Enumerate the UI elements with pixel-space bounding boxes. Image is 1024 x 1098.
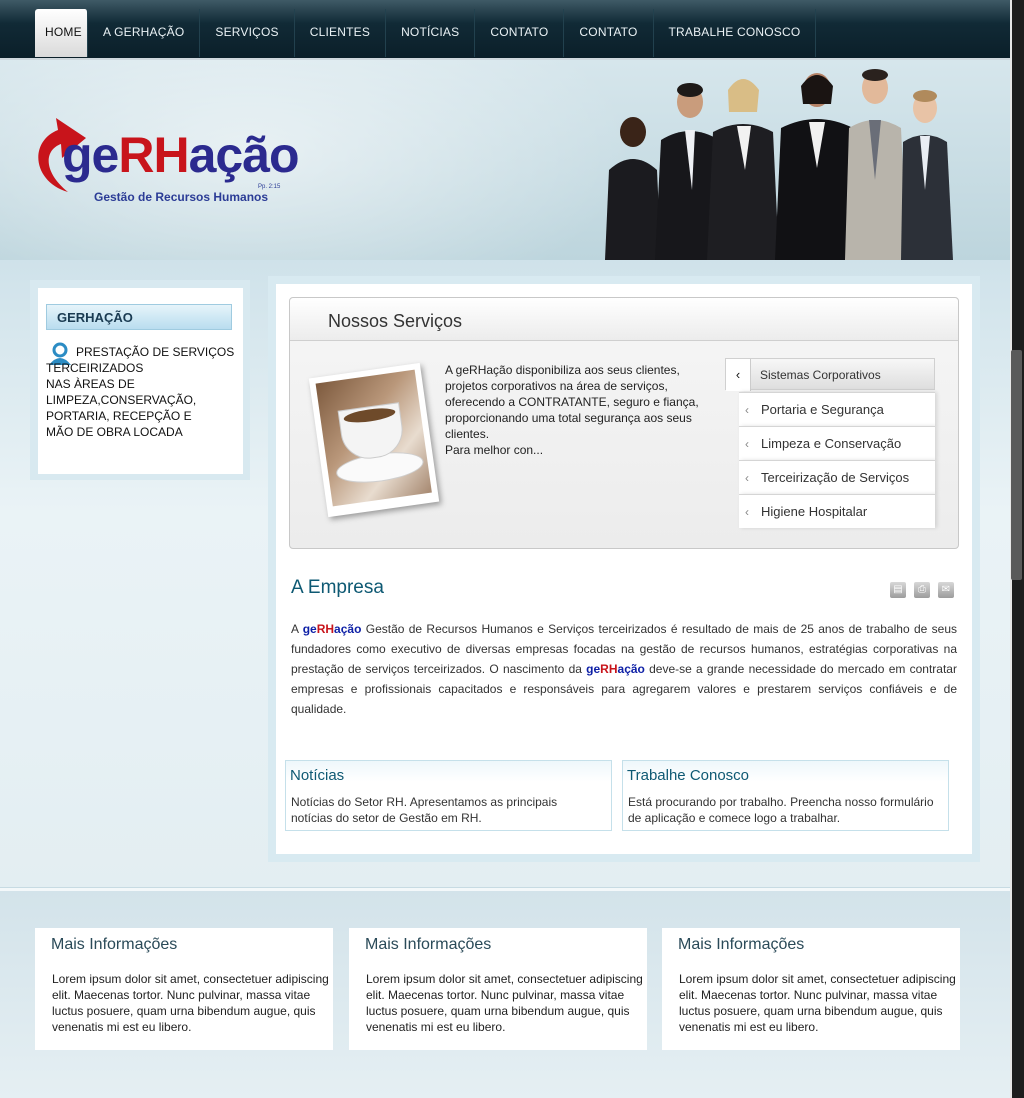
article-title: A Empresa [291, 577, 384, 598]
vertical-scrollbar[interactable] [1010, 0, 1024, 1098]
services-panel: Nossos Serviços A geRHação disponibiliza… [289, 297, 959, 549]
services-description: A geRHação disponibiliza aos seus client… [445, 363, 699, 457]
work-with-us-title[interactable]: Trabalhe Conosco [627, 767, 749, 784]
nav-menu: HOME A GERHAÇÃO SERVIÇOS CLIENTES NOTÍCI… [35, 9, 817, 57]
footer-info-box: Mais Informações Lorem ipsum dolor sit a… [349, 928, 647, 1050]
sidebar-text-rest: TERCEIRIZADOS NAS ÀREAS DE LIMPEZA,CONSE… [46, 361, 197, 439]
footer-info-text: Lorem ipsum dolor sit amet, consectetuer… [679, 972, 956, 1034]
sidebar-panel: GERHAÇÃO PRESTAÇÃO DE SERVIÇOS TERCEIRIZ… [38, 288, 243, 474]
print-icon[interactable]: ⎙ [914, 582, 930, 598]
services-menu-item-label: Higiene Hospitalar [761, 504, 868, 519]
footer-info-title: Mais Informações [678, 936, 805, 953]
top-navigation: HOME A GERHAÇÃO SERVIÇOS CLIENTES NOTÍCI… [0, 0, 1010, 60]
nav-item-contato[interactable]: CONTATO [475, 9, 565, 57]
nav-item-trabalhe-conosco[interactable]: TRABALHE CONOSCO [654, 9, 817, 57]
footer-info-text: Lorem ipsum dolor sit amet, consectetuer… [366, 972, 643, 1034]
article-tools: ▤ ⎙ ✉ [890, 582, 954, 598]
news-box-title[interactable]: Notícias [290, 767, 344, 784]
footer-info-text: Lorem ipsum dolor sit amet, consectetuer… [52, 972, 329, 1034]
chevron-left-icon: ‹ [745, 471, 749, 485]
header-banner: geRHação Pp. 2:15 Gestão de Recursos Hum… [0, 60, 1010, 260]
chevron-left-icon: ‹ [745, 505, 749, 519]
left-sidebar: GERHAÇÃO PRESTAÇÃO DE SERVIÇOS TERCEIRIZ… [30, 280, 250, 480]
nav-item-a-gerhacao[interactable]: A GERHAÇÃO [88, 9, 201, 57]
brand-name: geRHação [586, 662, 645, 676]
chevron-left-icon[interactable]: ‹ [726, 359, 751, 391]
footer-info-box: Mais Informações Lorem ipsum dolor sit a… [35, 928, 333, 1050]
sidebar-title: GERHAÇÃO [46, 304, 232, 330]
sidebar-text-line1: PRESTAÇÃO DE SERVIÇOS [76, 345, 235, 359]
services-menu-item-label: Portaria e Segurança [761, 402, 884, 417]
nav-item-noticias[interactable]: NOTÍCIAS [386, 9, 476, 57]
news-box-text: Notícias do Setor RH. Apresentamos as pr… [291, 795, 558, 825]
nav-item-servicos[interactable]: SERVIÇOS [200, 9, 295, 57]
services-menu-item-limpeza[interactable]: ‹ Limpeza e Conservação [739, 426, 935, 460]
article-text: A [291, 622, 303, 636]
sidebar-text: PRESTAÇÃO DE SERVIÇOS TERCEIRIZADOS NAS … [46, 344, 241, 440]
services-title: Nossos Serviços [328, 311, 463, 331]
coffee-cup-image [308, 362, 440, 518]
brand-name: geRHação [302, 622, 362, 636]
coffee-photo [315, 369, 432, 507]
article-body: A geRHação Gestão de Recursos Humanos e … [291, 619, 957, 719]
work-with-us-box[interactable]: Trabalhe Conosco Está procurando por tra… [622, 760, 949, 831]
site-logo[interactable]: geRHação Pp. 2:15 Gestão de Recursos Hum… [28, 108, 300, 218]
services-menu-active-label: Sistemas Corporativos [760, 368, 881, 382]
scrollbar-thumb[interactable] [1011, 350, 1022, 580]
services-menu-active[interactable]: ‹ Sistemas Corporativos [725, 358, 935, 391]
services-header: Nossos Serviços [290, 298, 958, 341]
logo-tagline: Gestão de Recursos Humanos [94, 190, 269, 204]
services-menu-item-label: Limpeza e Conservação [761, 436, 902, 451]
chevron-left-icon: ‹ [745, 403, 749, 417]
pdf-icon[interactable]: ▤ [890, 582, 906, 598]
work-with-us-text: Está procurando por trabalho. Preencha n… [628, 795, 934, 825]
footer-info-box: Mais Informações Lorem ipsum dolor sit a… [662, 928, 960, 1050]
nav-item-clientes[interactable]: CLIENTES [295, 9, 387, 57]
nav-item-home[interactable]: HOME [35, 9, 88, 57]
email-icon[interactable]: ✉ [938, 582, 954, 598]
services-menu-item-higiene[interactable]: ‹ Higiene Hospitalar [739, 494, 935, 528]
services-menu-item-label: Terceirização de Serviços [761, 470, 910, 485]
chevron-left-icon: ‹ [745, 437, 749, 451]
services-menu-item-portaria[interactable]: ‹ Portaria e Segurança [739, 392, 935, 426]
footer-info-title: Mais Informações [51, 936, 178, 953]
nav-item-contato-2[interactable]: CONTATO [564, 9, 654, 57]
logo-wordmark: geRHação [62, 127, 300, 183]
news-box[interactable]: Notícias Notícias do Setor RH. Apresenta… [285, 760, 612, 831]
business-team-image [605, 69, 953, 260]
footer-info-title: Mais Informações [365, 936, 492, 953]
services-menu-item-terceirizacao[interactable]: ‹ Terceirização de Serviços [739, 460, 935, 494]
